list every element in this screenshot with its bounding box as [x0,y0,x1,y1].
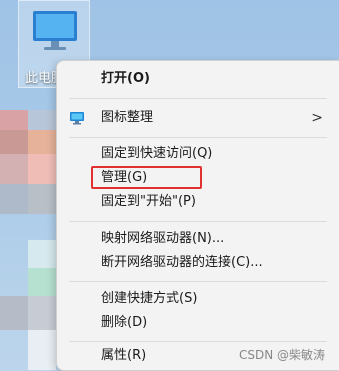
menu-item-disconnect-network-drive-label: 断开网络驱动器的连接(C)... [101,255,263,270]
menu-item-create-shortcut-label: 创建快捷方式(S) [101,291,198,306]
context-menu: 打开(O) 图标整理 > 固定到快速访问(Q) 管理(G) 固定到"开始"(P)… [56,60,339,371]
menu-item-icon-arrange[interactable]: 图标整理 > [57,105,339,131]
menu-item-pin-start[interactable]: 固定到"开始"(P) [57,189,339,215]
menu-item-open[interactable]: 打开(O) [57,66,339,92]
menu-item-map-network-drive[interactable]: 映射网络驱动器(N)... [57,226,339,252]
menu-item-pin-quick-access[interactable]: 固定到快速访问(Q) [57,141,339,167]
menu-item-open-label: 打开(O) [101,71,150,86]
monitor-icon [70,112,84,125]
menu-separator [69,137,327,138]
menu-item-map-network-drive-label: 映射网络驱动器(N)... [101,231,225,246]
chevron-right-icon: > [311,110,323,126]
manage-highlight-box [91,166,202,189]
monitor-icon [33,11,77,50]
menu-item-delete[interactable]: 删除(D) [57,310,339,336]
menu-item-create-shortcut[interactable]: 创建快捷方式(S) [57,286,339,312]
menu-item-properties-label: 属性(R) [101,348,147,363]
menu-separator [69,341,327,342]
menu-item-pin-quick-access-label: 固定到快速访问(Q) [101,146,213,161]
menu-item-pin-start-label: 固定到"开始"(P) [101,194,196,209]
menu-separator [69,98,327,99]
watermark: CSDN @柴敏涛 [238,348,325,362]
menu-item-icon-arrange-label: 图标整理 [101,110,154,125]
menu-separator [69,281,327,282]
menu-item-disconnect-network-drive[interactable]: 断开网络驱动器的连接(C)... [57,250,339,276]
menu-separator [69,221,327,222]
menu-item-delete-label: 删除(D) [101,315,148,330]
